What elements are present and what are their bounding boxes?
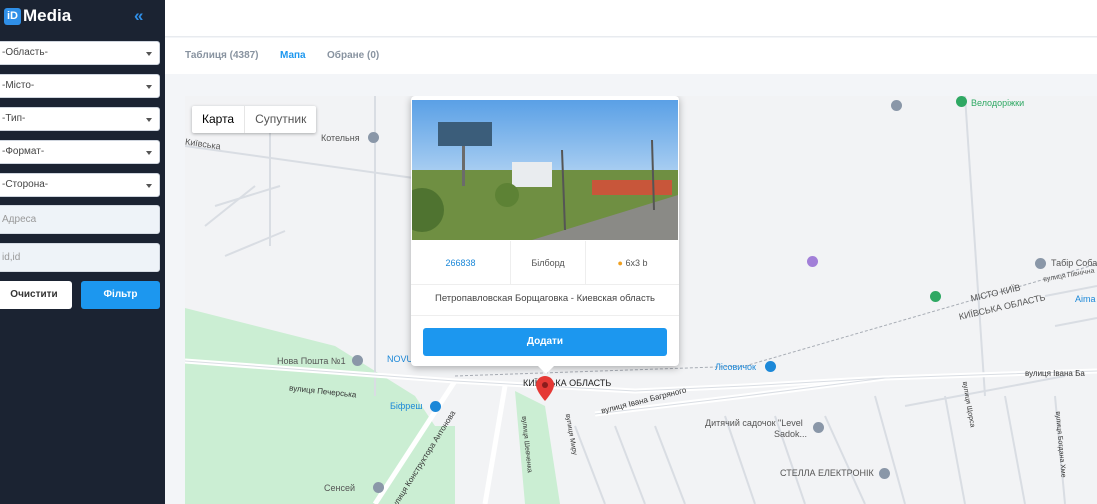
region-select-value: -Область- bbox=[2, 47, 48, 58]
popup-details-row: 266838 Білборд ● 6x3 b bbox=[411, 241, 679, 285]
shop-icon[interactable] bbox=[765, 361, 776, 372]
label-aima: Aima bbox=[1075, 294, 1096, 304]
tab-favorites[interactable]: Обране (0) bbox=[327, 50, 379, 61]
billboard-size: ● 6x3 b bbox=[586, 241, 679, 285]
poi-marker-icon[interactable] bbox=[352, 355, 363, 366]
map-type-toggle: Карта Супутник bbox=[192, 106, 317, 133]
billboard-size-value: 6x3 b bbox=[625, 258, 648, 268]
side-select-value: -Сторона- bbox=[2, 179, 49, 190]
poi-marker-icon[interactable] bbox=[1035, 258, 1046, 269]
address-input[interactable]: Адресa bbox=[0, 205, 160, 234]
type-select[interactable]: -Тип- bbox=[0, 107, 160, 131]
city-select-value: -Місто- bbox=[2, 80, 35, 91]
view-tabs: Таблиця (4387) Мапа Обране (0) bbox=[165, 38, 1097, 74]
label-nova-poshta: Нова Пошта №1 bbox=[277, 356, 346, 366]
label-stella: СТЕЛЛА ЕЛЕКТРОНІК bbox=[780, 468, 874, 478]
tab-table[interactable]: Таблиця (4387) bbox=[185, 50, 259, 61]
label-velodorizhky: Велодоріжки bbox=[971, 98, 1025, 108]
format-select[interactable]: -Формат- bbox=[0, 140, 160, 164]
map[interactable]: Карта Супутник Котельня Київська Велодор… bbox=[185, 96, 1097, 504]
map-pin-icon[interactable] bbox=[536, 376, 554, 402]
double-chevron-left-icon[interactable]: « bbox=[134, 6, 143, 26]
lightbulb-icon: ● bbox=[617, 258, 623, 268]
poi-marker-icon[interactable] bbox=[807, 256, 818, 267]
logo[interactable]: iD Media bbox=[4, 6, 71, 26]
caret-down-icon bbox=[146, 118, 152, 122]
label-kotelnya: Котельня bbox=[321, 133, 360, 143]
caret-down-icon bbox=[146, 184, 152, 188]
label-novus: NOVU bbox=[387, 354, 414, 364]
billboard-photo bbox=[412, 100, 678, 240]
id-input[interactable]: id,id bbox=[0, 243, 160, 272]
city-select[interactable]: -Місто- bbox=[0, 74, 160, 98]
label-sensei: Сенсей bbox=[324, 483, 356, 493]
caret-down-icon bbox=[146, 85, 152, 89]
clear-button[interactable]: Очистити bbox=[0, 281, 72, 309]
poi-marker-icon[interactable] bbox=[879, 468, 890, 479]
format-select-value: -Формат- bbox=[2, 146, 45, 157]
poi-marker-icon[interactable] bbox=[813, 422, 824, 433]
sidebar: iD Media « -Область- -Місто- -Тип- -Форм… bbox=[0, 0, 165, 504]
caret-down-icon bbox=[146, 52, 152, 56]
region-select[interactable]: -Область- bbox=[0, 41, 160, 65]
tab-map[interactable]: Мапа bbox=[280, 50, 306, 61]
logo-text: Media bbox=[23, 6, 72, 25]
map-type-satellite[interactable]: Супутник bbox=[245, 106, 316, 133]
label-lisovychok: Лісовичок bbox=[715, 362, 756, 372]
logo-mark: iD bbox=[4, 7, 21, 25]
caret-down-icon bbox=[146, 151, 152, 155]
billboard-address: Петропавловская Борщаговка - Киевская об… bbox=[411, 286, 679, 316]
top-bar bbox=[165, 0, 1097, 37]
label-tabir: Табір Соба bbox=[1051, 258, 1097, 268]
map-type-map[interactable]: Карта bbox=[192, 106, 246, 133]
label-vul-ivana-bagr-east: вулиця Івана Ба bbox=[1025, 369, 1085, 378]
poi-marker-icon[interactable] bbox=[891, 100, 902, 111]
billboard-id-link[interactable]: 266838 bbox=[411, 241, 511, 285]
type-select-value: -Тип- bbox=[2, 113, 26, 124]
park-icon[interactable] bbox=[930, 291, 941, 302]
poi-marker-icon[interactable] bbox=[373, 482, 384, 493]
label-bifresh: Біфреш bbox=[390, 401, 423, 411]
side-select[interactable]: -Сторона- bbox=[0, 173, 160, 197]
poi-marker-icon[interactable] bbox=[368, 132, 379, 143]
shop-icon[interactable] bbox=[430, 401, 441, 412]
add-button[interactable]: Додати bbox=[423, 328, 667, 356]
billboard-type: Білборд bbox=[511, 241, 586, 285]
label-dytiachyi: Дитячий садочок "Level bbox=[705, 418, 803, 428]
label-sadok: Sadok... bbox=[774, 429, 808, 439]
popup-tail bbox=[536, 364, 556, 374]
park-icon[interactable] bbox=[956, 96, 967, 107]
billboard-popup: 266838 Білборд ● 6x3 b Петропавловская Б… bbox=[411, 96, 679, 374]
filter-button[interactable]: Фільтр bbox=[81, 281, 160, 309]
